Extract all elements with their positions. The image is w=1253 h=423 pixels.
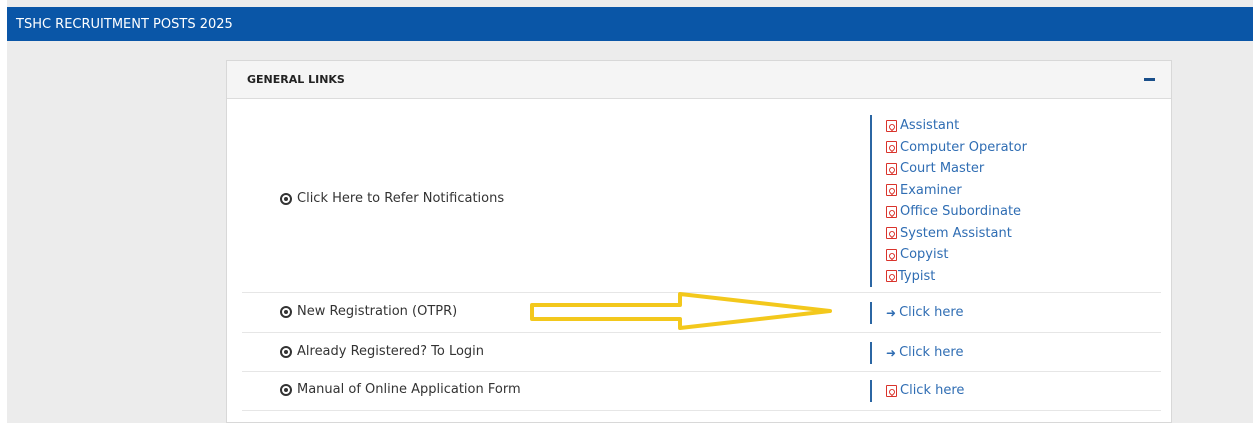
pdf-icon bbox=[886, 384, 897, 397]
link-office-subordinate[interactable]: Office Subordinate bbox=[886, 201, 1027, 223]
collapse-button[interactable] bbox=[1141, 72, 1157, 88]
row-label: New Registration (OTPR) bbox=[280, 304, 457, 319]
link-assistant[interactable]: Assistant bbox=[886, 115, 1027, 137]
link-copyist[interactable]: Copyist bbox=[886, 244, 1027, 266]
row-label: Click Here to Refer Notifications bbox=[280, 191, 504, 206]
link-typist[interactable]: Typist bbox=[886, 266, 1027, 288]
link-examiner[interactable]: Examiner bbox=[886, 180, 1027, 202]
link-court-master[interactable]: Court Master bbox=[886, 158, 1027, 180]
panel-header: GENERAL LINKS bbox=[227, 61, 1171, 99]
dot-circle-icon bbox=[280, 192, 292, 205]
row-label: Already Registered? To Login bbox=[280, 344, 484, 359]
link-computer-operator[interactable]: Computer Operator bbox=[886, 137, 1027, 159]
notification-links: Assistant Computer Operator Court Master… bbox=[870, 115, 1027, 287]
login-click-here-link[interactable]: ➜ Click here bbox=[886, 342, 963, 364]
pdf-icon bbox=[886, 119, 897, 132]
login-link-cell: ➜ Click here bbox=[870, 342, 963, 364]
dot-circle-icon bbox=[280, 383, 292, 396]
page-title: TSHC RECRUITMENT POSTS 2025 bbox=[16, 16, 233, 32]
pdf-icon bbox=[886, 248, 897, 261]
pdf-icon bbox=[886, 141, 897, 154]
table-row-manual: Manual of Online Application Form Click … bbox=[242, 372, 1161, 411]
table-row-notifications: Click Here to Refer Notifications Assist… bbox=[242, 99, 1161, 293]
page-left-edge bbox=[0, 0, 7, 423]
pdf-icon bbox=[886, 162, 897, 175]
pdf-icon bbox=[886, 205, 897, 218]
pdf-icon bbox=[886, 227, 897, 240]
new-registration-click-here-link[interactable]: ➜ Click here bbox=[886, 302, 963, 324]
pdf-icon bbox=[886, 184, 897, 197]
sign-in-icon: ➜ bbox=[886, 345, 897, 360]
sign-in-icon: ➜ bbox=[886, 305, 897, 320]
top-title-bar: TSHC RECRUITMENT POSTS 2025 bbox=[7, 7, 1253, 41]
dot-circle-icon bbox=[280, 305, 292, 318]
manual-click-here-link[interactable]: Click here bbox=[886, 380, 964, 402]
general-links-panel: GENERAL LINKS Click Here to Refer Notifi… bbox=[226, 60, 1172, 423]
table-row-login: Already Registered? To Login ➜ Click here bbox=[242, 333, 1161, 372]
panel-title: GENERAL LINKS bbox=[247, 73, 345, 86]
pdf-icon bbox=[886, 270, 897, 283]
link-system-assistant[interactable]: System Assistant bbox=[886, 223, 1027, 245]
manual-link-cell: Click here bbox=[870, 380, 964, 402]
dot-circle-icon bbox=[280, 345, 292, 358]
row-label: Manual of Online Application Form bbox=[280, 382, 521, 397]
minus-icon bbox=[1143, 78, 1155, 81]
annotation-arrow bbox=[530, 292, 832, 330]
registration-link-cell: ➜ Click here bbox=[870, 302, 963, 324]
